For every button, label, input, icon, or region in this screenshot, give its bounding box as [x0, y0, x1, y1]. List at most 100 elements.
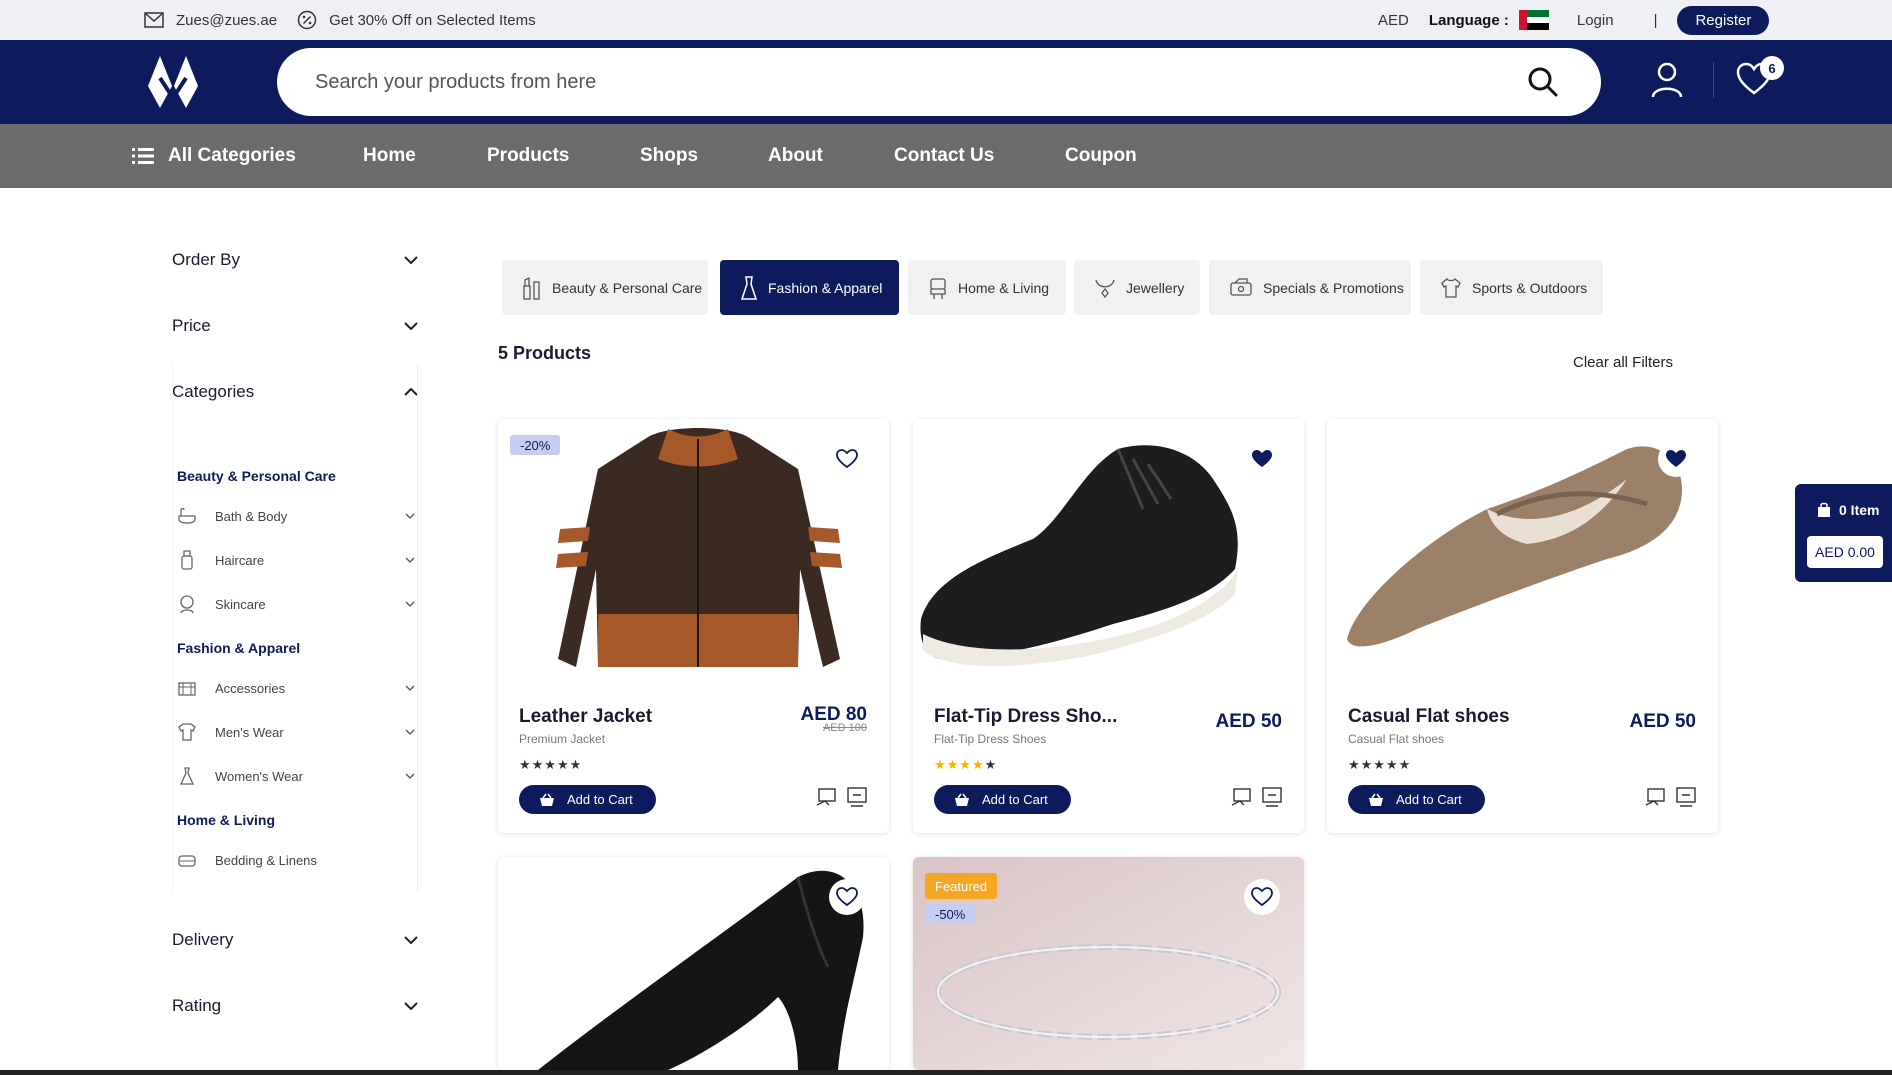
currency-selector[interactable]: AED [1378, 12, 1409, 29]
nav-coupon[interactable]: Coupon [1065, 145, 1137, 167]
product-rating-stars: ★★★★★ [934, 757, 998, 772]
brand-logo-icon[interactable] [146, 54, 200, 110]
compare-icon[interactable] [1644, 785, 1668, 809]
add-to-cart-label: Add to Cart [1396, 792, 1462, 807]
mini-cart-count: 0 Item [1839, 502, 1880, 518]
wishlist-toggle[interactable] [829, 879, 865, 915]
page-bottom-edge [0, 1070, 1892, 1075]
wishlist-toggle[interactable] [1658, 441, 1694, 477]
wishlist-toggle[interactable] [1244, 441, 1280, 477]
product-name[interactable]: Flat-Tip Dress Sho... [934, 706, 1117, 728]
uae-flag-icon[interactable] [1518, 10, 1549, 31]
nav-home[interactable]: Home [363, 145, 416, 167]
chevron-down-icon [404, 256, 418, 264]
product-price: AED 50 [1629, 711, 1696, 732]
product-subtitle: Premium Jacket [519, 732, 606, 746]
tab-jewellery[interactable]: Jewellery [1074, 260, 1200, 315]
category-item-mens-wear[interactable]: Men's Wear [177, 722, 415, 742]
all-categories-button[interactable]: All Categories [132, 145, 296, 167]
home-chair-icon [930, 277, 946, 299]
category-item-label: Men's Wear [215, 724, 284, 740]
chevron-down-icon[interactable] [405, 729, 415, 735]
product-card[interactable]: Flat-Tip Dress Sho... Flat-Tip Dress Sho… [913, 419, 1304, 833]
chevron-down-icon[interactable] [405, 601, 415, 607]
chevron-down-icon[interactable] [405, 557, 415, 563]
clear-filters-link[interactable]: Clear all Filters [1573, 354, 1673, 371]
tab-beauty-personal-care[interactable]: Beauty & Personal Care [502, 260, 708, 315]
compare-icon[interactable] [815, 785, 839, 809]
quick-view-icon[interactable] [1674, 785, 1698, 809]
chevron-down-icon [404, 322, 418, 330]
category-item-womens-wear[interactable]: Women's Wear [177, 766, 415, 786]
product-card[interactable]: Casual Flat shoes Casual Flat shoes AED … [1327, 419, 1718, 833]
dress-icon [179, 767, 195, 785]
login-link[interactable]: Login [1577, 12, 1614, 29]
tab-home-living[interactable]: Home & Living [908, 260, 1066, 315]
wishlist-toggle[interactable] [829, 441, 865, 477]
product-card[interactable]: -20% Leather Jacket Premium Jacket AED 8… [498, 419, 889, 833]
discount-badge: -50% [925, 904, 976, 924]
heart-filled-icon [1666, 450, 1686, 467]
quick-view-icon[interactable] [845, 785, 869, 809]
basket-icon [955, 793, 969, 806]
nav-shops[interactable]: Shops [640, 145, 698, 167]
wishlist-toggle[interactable] [1244, 879, 1280, 915]
search-icon[interactable] [1527, 66, 1559, 98]
search-input[interactable] [315, 70, 1495, 94]
add-to-cart-button[interactable]: Add to Cart [1348, 785, 1485, 814]
tab-sports-outdoors[interactable]: Sports & Outdoors [1420, 260, 1603, 315]
nav-contact-us[interactable]: Contact Us [894, 145, 994, 167]
delivery-filter[interactable]: Delivery [172, 930, 418, 950]
all-categories-label: All Categories [168, 145, 296, 166]
tab-label: Sports & Outdoors [1472, 279, 1588, 296]
product-card[interactable] [498, 857, 889, 1070]
basket-icon [540, 793, 554, 806]
category-item-accessories[interactable]: Accessories [177, 678, 415, 698]
category-item-haircare[interactable]: Haircare [177, 550, 415, 570]
add-to-cart-button[interactable]: Add to Cart [519, 785, 656, 814]
floating-mini-cart[interactable]: 0 Item AED 0.00 [1795, 484, 1892, 582]
discount-badge: -20% [510, 435, 561, 455]
product-old-price: AED 100 [822, 722, 867, 734]
category-item-label: Skincare [215, 596, 266, 612]
product-name[interactable]: Leather Jacket [519, 706, 652, 728]
product-card[interactable]: Featured -50% [913, 857, 1304, 1070]
chevron-down-icon[interactable] [405, 513, 415, 519]
quick-view-icon[interactable] [1260, 785, 1284, 809]
price-filter[interactable]: Price [172, 316, 418, 336]
wishlist-button[interactable]: 6 [1736, 56, 1784, 101]
discount-icon [297, 10, 317, 30]
promo-text: Get 30% Off on Selected Items [329, 11, 536, 29]
category-group-fashion[interactable]: Fashion & Apparel [177, 640, 300, 656]
category-group-home-living[interactable]: Home & Living [177, 812, 275, 828]
product-name[interactable]: Casual Flat shoes [1348, 706, 1510, 728]
category-item-bath-body[interactable]: Bath & Body [177, 506, 415, 526]
category-group-beauty[interactable]: Beauty & Personal Care [177, 468, 336, 484]
register-button[interactable]: Register [1677, 5, 1770, 35]
order-by-filter[interactable]: Order By [172, 250, 418, 270]
product-rating-stars: ★★★★★ [1348, 757, 1412, 772]
product-actions [1230, 785, 1284, 809]
nav-about[interactable]: About [768, 145, 823, 167]
product-count: 5 Products [498, 343, 592, 363]
nav-products[interactable]: Products [487, 145, 569, 167]
chevron-down-icon[interactable] [405, 685, 415, 691]
rating-filter[interactable]: Rating [172, 996, 418, 1016]
user-account-icon[interactable] [1650, 62, 1684, 98]
category-item-bedding-linens[interactable]: Bedding & Linens [177, 850, 415, 870]
chevron-down-icon [404, 1002, 418, 1010]
category-tree: Beauty & Personal Care Bath & Body Hairc… [172, 365, 418, 892]
contact-email[interactable]: Zues@zues.ae [176, 12, 277, 29]
search-bar [277, 48, 1601, 116]
category-item-label: Bedding & Linens [215, 852, 317, 868]
mini-cart-items: 0 Item [1817, 502, 1879, 518]
order-by-label: Order By [172, 250, 241, 269]
tab-specials-promotions[interactable]: Specials & Promotions [1209, 260, 1411, 315]
compare-icon[interactable] [1230, 785, 1254, 809]
tab-fashion-apparel[interactable]: Fashion & Apparel [720, 260, 899, 315]
add-to-cart-button[interactable]: Add to Cart [934, 785, 1071, 814]
chevron-down-icon[interactable] [405, 773, 415, 779]
category-item-skincare[interactable]: Skincare [177, 594, 415, 614]
product-price: AED 50 [1215, 711, 1282, 732]
product-subtitle: Flat-Tip Dress Shoes [934, 732, 1047, 746]
